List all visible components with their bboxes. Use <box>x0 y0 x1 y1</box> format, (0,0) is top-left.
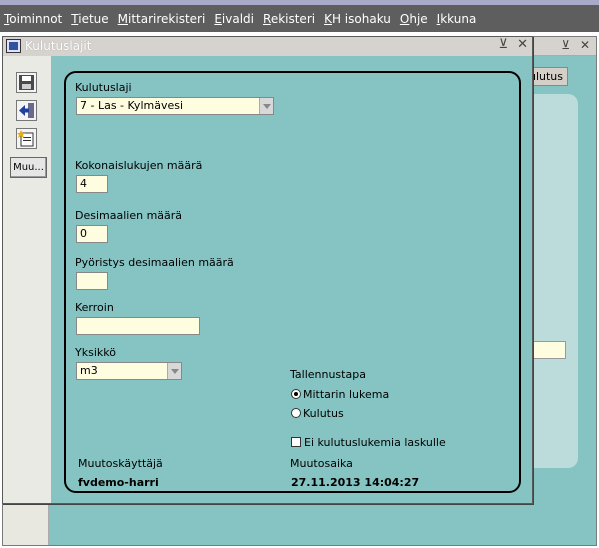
radio-kulutus-label: Kulutus <box>303 407 344 420</box>
dialog-titlebar: Kulutuslajit ⊻ ✕ <box>3 37 532 56</box>
kerroin-label: Kerroin <box>75 301 114 314</box>
menu-toiminnot[interactable]: Toiminnot <box>4 12 62 26</box>
pyoristys-label: Pyöristys desimaalien määrä <box>75 256 234 269</box>
exit-icon <box>19 103 34 118</box>
minimize-icon[interactable]: ⊻ <box>561 38 570 52</box>
ei-kulutuslukemia-label: Ei kulutuslukemia laskulle <box>304 436 446 449</box>
menu-rekisteri[interactable]: Rekisteri <box>263 12 315 26</box>
more-button[interactable]: Muu... <box>10 157 47 178</box>
menu-kh-isohaku[interactable]: KH isohaku <box>324 12 391 26</box>
background-input[interactable] <box>528 341 566 359</box>
desimaali-input[interactable]: 0 <box>76 225 108 243</box>
ei-kulutuslukemia-checkbox[interactable] <box>291 437 301 447</box>
yksikko-value: m3 <box>80 364 98 377</box>
new-record-button[interactable] <box>16 128 37 149</box>
close-icon[interactable]: ✕ <box>580 38 590 52</box>
muutosaika-value: 27.11.2013 14:04:27 <box>291 476 420 489</box>
kulutuslaji-select[interactable]: 7 - Las - Kylmävesi <box>76 97 274 115</box>
menu-eivaldi[interactable]: Eivaldi <box>214 12 254 26</box>
minimize-icon[interactable]: ⊻ <box>498 37 508 52</box>
menu-ohje[interactable]: Ohje <box>400 12 428 26</box>
close-icon[interactable]: ✕ <box>517 37 528 52</box>
exit-button[interactable] <box>16 100 37 121</box>
muutosaika-label: Muutosaika <box>290 457 353 470</box>
kokonaisluku-label: Kokonaislukujen määrä <box>75 159 203 172</box>
radio-mittarin-lukema[interactable] <box>291 389 301 399</box>
radio-kulutus[interactable] <box>291 408 301 418</box>
yksikko-label: Yksikkö <box>75 346 116 359</box>
menu-mittarirekisteri[interactable]: Mittarirekisteri <box>118 12 206 26</box>
kulutuslaji-value: 7 - Las - Kylmävesi <box>80 99 184 112</box>
save-button[interactable] <box>16 72 37 93</box>
kulutuslaji-label: Kulutuslaji <box>75 81 132 94</box>
chevron-down-icon[interactable] <box>167 363 181 379</box>
muutoskayttaja-value: fvdemo-harri <box>78 476 159 489</box>
menu-ikkuna[interactable]: Ikkuna <box>437 12 477 26</box>
tallennustapa-label: Tallennustapa <box>290 368 366 381</box>
muutoskayttaja-label: Muutoskäyttäjä <box>78 457 163 470</box>
new-record-icon <box>17 130 34 147</box>
form-panel: Kulutuslaji 7 - Las - Kylmävesi Kokonais… <box>64 71 521 493</box>
kulutuslajit-dialog: Kulutuslajit ⊻ ✕ Muu... Kulutuslaji 7 - … <box>2 36 533 504</box>
radio-mittarin-lukema-label: Mittarin lukema <box>303 388 390 401</box>
dialog-title: Kulutuslajit <box>25 39 92 53</box>
desimaali-label: Desimaalien määrä <box>75 209 183 222</box>
chevron-down-icon[interactable] <box>259 98 273 114</box>
save-icon <box>19 75 34 90</box>
kerroin-input[interactable] <box>76 317 200 335</box>
app-icon <box>6 39 21 53</box>
kokonaisluku-input[interactable]: 4 <box>76 175 108 193</box>
toolbar: Muu... <box>3 56 52 503</box>
yksikko-select[interactable]: m3 <box>76 362 182 380</box>
pyoristys-input[interactable] <box>76 272 108 290</box>
dialog-body: Muu... Kulutuslaji 7 - Las - Kylmävesi K… <box>3 56 532 503</box>
menu-tietue[interactable]: Tietue <box>71 12 108 26</box>
menu-bar: Toiminnot Tietue Mittarirekisteri Eivald… <box>0 5 599 32</box>
